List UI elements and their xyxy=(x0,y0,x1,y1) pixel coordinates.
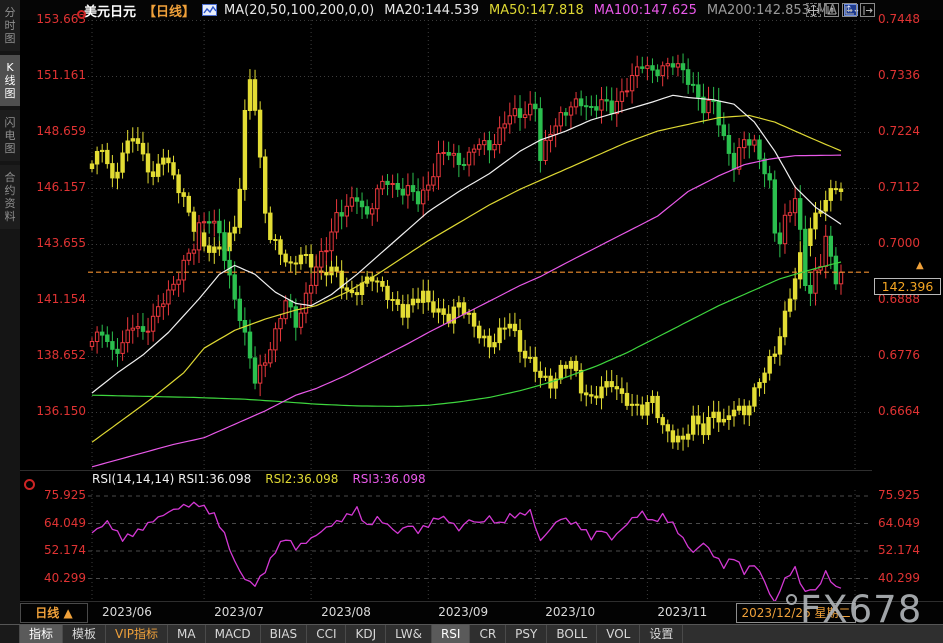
rsi-right-axis-label: 75.925 xyxy=(878,488,920,503)
current-date-box: 2023/12/26 星期二 xyxy=(736,603,856,623)
chart-type-icon[interactable] xyxy=(202,4,217,16)
sidebar-item-contract-info[interactable]: 合 约 资 料 xyxy=(0,165,20,229)
indicator-readout-2: MA50:147.818 xyxy=(489,3,584,18)
toolbar-item-cr[interactable]: CR xyxy=(470,625,506,643)
toolbar-item-indicator[interactable]: 指标 xyxy=(20,625,63,643)
toolbar-spacer xyxy=(0,625,20,643)
rsi-left-axis-label: 75.925 xyxy=(22,488,86,503)
main-chart-pane[interactable] xyxy=(88,20,872,470)
chart-tool-icons xyxy=(806,3,875,17)
alert-ring-icon-top[interactable] xyxy=(77,10,86,19)
rsi-readout-0: RSI(14,14,14) RSI1:36.098 xyxy=(92,472,251,486)
toolbar-item-bias[interactable]: BIAS xyxy=(261,625,308,643)
sidebar-item-lightning-chart[interactable]: 闪 电 图 xyxy=(0,110,20,161)
current-price-tag: 142.396 xyxy=(874,278,941,295)
period-selector[interactable]: 日线 ▲ xyxy=(20,603,88,623)
left-axis-label: 136.150 xyxy=(22,404,86,419)
page-forward-icon[interactable] xyxy=(860,3,875,17)
left-axis-label: 141.154 xyxy=(22,292,86,307)
toolbar-item-boll[interactable]: BOLL xyxy=(547,625,597,643)
month-label: 2023/09 xyxy=(438,605,488,619)
right-axis-label: 0.7112 xyxy=(878,180,920,195)
toolbar-item-ma[interactable]: MA xyxy=(168,625,206,643)
toolbar-item-rsi[interactable]: RSI xyxy=(432,625,471,643)
date-axis-row: 日线 ▲ 2023/06 2023/07 2023/08 2023/09 2023/10… xyxy=(20,602,943,624)
left-axis-label: 143.655 xyxy=(22,236,86,251)
price-arrow-marker: ▲ xyxy=(916,261,924,271)
rsi-readout-1: RSI2:36.098 xyxy=(265,472,338,486)
toolbar-item-vol[interactable]: VOL xyxy=(597,625,640,643)
sidebar-item-kline-chart[interactable]: K 线 图 xyxy=(0,55,20,106)
top-bar: 美元日元 【日线】 MA(20,50,100,200,0,0) MA20:144.… xyxy=(20,0,943,20)
toolbar-item-macd[interactable]: MACD xyxy=(206,625,261,643)
right-axis-label: 0.6776 xyxy=(878,348,920,363)
toolbar-item-kdj[interactable]: KDJ xyxy=(346,625,386,643)
right-axis-label: 0.7336 xyxy=(878,68,920,83)
right-axis-label: 0.6664 xyxy=(878,404,920,419)
indicator-readouts: MA(20,50,100,200,0,0) MA20:144.539 MA50:14… xyxy=(224,3,810,18)
rsi-header: RSI(14,14,14) RSI1:36.098 RSI2:36.098 RSI3… xyxy=(92,472,426,486)
right-axis-label: 0.7224 xyxy=(878,124,920,139)
rsi-right-axis-label: 40.299 xyxy=(878,571,920,586)
month-label: 2023/08 xyxy=(321,605,371,619)
left-axis-label: 151.161 xyxy=(22,68,86,83)
month-label: 2023/10 xyxy=(545,605,595,619)
left-axis-label: 148.659 xyxy=(22,124,86,139)
pane-divider xyxy=(20,470,872,471)
indicator-readout-1: MA20:144.539 xyxy=(384,3,479,18)
right-axis-label: 0.7448 xyxy=(878,12,920,27)
toolbar-item-psy[interactable]: PSY xyxy=(506,625,547,643)
rsi-pane[interactable] xyxy=(88,490,872,602)
period-tag: 【日线】 xyxy=(143,1,195,20)
indicator-toolbar: 指标模板VIP指标MAMACDBIASCCIKDJLW&RSICRPSYBOLL… xyxy=(0,624,943,643)
zoom-axis-up-icon[interactable] xyxy=(824,3,839,17)
month-label: 2023/07 xyxy=(214,605,264,619)
toolbar-item-vip-indicator[interactable]: VIP指标 xyxy=(106,625,168,643)
indicator-readout-3: MA100:147.625 xyxy=(594,3,697,18)
indicator-readout-4: MA200:142.853 xyxy=(707,3,810,18)
rsi-right-axis-label: 52.174 xyxy=(878,543,920,558)
toolbar-item-settings[interactable]: 设置 xyxy=(640,625,683,643)
toolbar-item-template[interactable]: 模板 xyxy=(63,625,106,643)
sidebar-item-time-chart[interactable]: 分 时 图 xyxy=(0,0,20,51)
right-axis-label: 0.7000 xyxy=(878,236,920,251)
rsi-left-axis-label: 40.299 xyxy=(22,571,86,586)
left-sidebar: 分 时 图 K 线 图闪 电 图合 约 资 料 xyxy=(0,0,20,624)
left-axis-label: 146.157 xyxy=(22,180,86,195)
rsi-right-axis-label: 64.049 xyxy=(878,516,920,531)
rsi-left-axis-label: 52.174 xyxy=(22,543,86,558)
rsi-left-axis-label: 64.049 xyxy=(22,516,86,531)
trading-terminal: { "sidebar": { "items": [ { "label": "分时… xyxy=(0,0,943,643)
zoom-axis-right-icon[interactable] xyxy=(842,3,857,17)
symbol-title: 美元日元 xyxy=(84,1,136,20)
left-axis-label: 138.652 xyxy=(22,348,86,363)
toolbar-item-cci[interactable]: CCI xyxy=(307,625,346,643)
indicator-readout-0: MA(20,50,100,200,0,0) xyxy=(224,3,374,18)
month-label: 2023/06 xyxy=(102,605,152,619)
rsi-readout-2: RSI3:36.098 xyxy=(352,472,425,486)
toolbar-item-lw[interactable]: LW& xyxy=(386,625,432,643)
crosshair-move-icon[interactable] xyxy=(806,3,821,17)
month-label: 2023/11 xyxy=(657,605,707,619)
alert-ring-icon-rsi[interactable] xyxy=(24,479,35,490)
